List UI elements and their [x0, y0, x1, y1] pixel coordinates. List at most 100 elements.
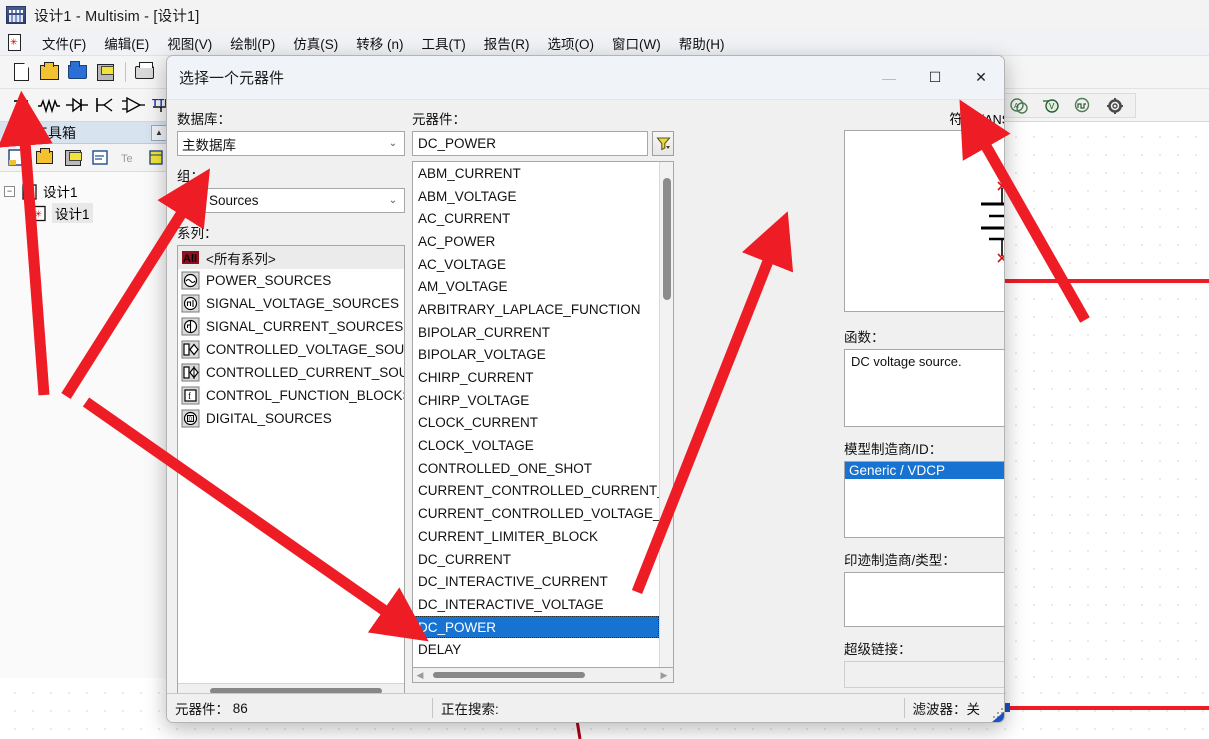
component-item[interactable]: ABM_VOLTAGE [413, 185, 659, 208]
component-item-selected[interactable]: DC_POWER [413, 615, 659, 639]
component-item[interactable]: AM_VOLTAGE [413, 275, 659, 298]
family-item-control-function-blocks[interactable]: f CONTROL_FUNCTION_BLOCKS [178, 384, 404, 407]
component-item[interactable]: DC_INTERACTIVE_CURRENT [413, 570, 659, 593]
tree-root-row[interactable]: − 设计1 [4, 180, 167, 202]
menu-reports[interactable]: 报告(R) [475, 31, 539, 55]
menu-edit[interactable]: 编辑(E) [95, 31, 158, 55]
symbol-title: 符号 (ANSI Y32.2) [844, 108, 1004, 128]
menu-options[interactable]: 选项(O) [539, 31, 604, 55]
dialog-titlebar: 选择一个元器件 — ☐ ✕ [167, 56, 1004, 100]
component-item[interactable]: AC_VOLTAGE [413, 253, 659, 276]
collapse-icon[interactable]: ▲ [151, 124, 167, 141]
place-transistor-icon[interactable] [92, 92, 118, 118]
menu-view[interactable]: 视图(V) [158, 31, 221, 55]
menu-window[interactable]: 窗口(W) [603, 31, 670, 55]
footprint-manufacturer-listbox[interactable] [844, 572, 1004, 627]
model-manufacturer-label: 模型制造商/ID： [844, 442, 943, 457]
scroll-right-arrow[interactable]: ▶ [657, 670, 671, 681]
component-item[interactable]: BIPOLAR_CURRENT [413, 321, 659, 344]
middle-column: 元器件： DC_POWER ABM_CURRENT ABM_VOLTAGE AC… [412, 108, 674, 683]
funnel-filter-icon[interactable] [652, 131, 674, 156]
component-search-input[interactable]: DC_POWER [412, 131, 648, 156]
component-item[interactable]: AC_CURRENT [413, 207, 659, 230]
family-item-signal-voltage-sources[interactable]: SIGNAL_VOLTAGE_SOURCES [178, 292, 404, 315]
family-listbox[interactable]: All <所有系列> POWER_SOURCES SIGNAL_VOLTAGE_… [177, 245, 405, 699]
svg-text:f: f [188, 391, 191, 401]
new-subsheet-icon[interactable] [87, 145, 113, 171]
digital-probe-icon[interactable] [1070, 93, 1096, 119]
family-item-label: SIGNAL_VOLTAGE_SOURCES [206, 296, 400, 311]
model-manufacturer-listbox[interactable]: Generic / VDCP [844, 461, 1004, 538]
component-item[interactable]: CHIRP_CURRENT [413, 366, 659, 389]
new-sheet-icon[interactable] [4, 145, 30, 171]
scroll-thumb[interactable] [663, 178, 671, 300]
dc-battery-symbol [980, 181, 1004, 263]
component-item[interactable]: CONTROLLED_ONE_SHOT [413, 457, 659, 480]
family-item-digital-sources[interactable]: 0 DIGITAL_SOURCES [178, 407, 404, 430]
document-icon: ✳ [5, 33, 25, 53]
component-hscrollbar[interactable]: ◀ ▶ [412, 668, 674, 683]
menu-simulate[interactable]: 仿真(S) [284, 31, 347, 55]
place-resistor-icon[interactable] [36, 92, 62, 118]
component-item[interactable]: DC_CURRENT [413, 548, 659, 571]
component-item[interactable]: DELAY [413, 638, 659, 661]
open-folder-icon[interactable] [64, 59, 90, 85]
design-tree[interactable]: − 设计1 ✳ 设计1 [0, 172, 171, 232]
expander-icon[interactable]: − [4, 185, 15, 197]
database-select[interactable]: 主数据库 ⌄ [177, 131, 405, 156]
component-item[interactable]: ABM_CURRENT [413, 162, 659, 185]
place-source-icon[interactable] [8, 92, 34, 118]
component-item[interactable]: AC_POWER [413, 230, 659, 253]
open-sheet-icon[interactable] [32, 145, 58, 171]
component-vscrollbar[interactable] [659, 162, 673, 667]
family-item-label: CONTROLLED_VOLTAGE_SOURCE [206, 342, 404, 357]
scroll-left-arrow[interactable]: ◀ [413, 670, 427, 681]
component-item[interactable]: CLOCK_CURRENT [413, 412, 659, 435]
menu-file[interactable]: 文件(F) [33, 31, 95, 55]
signal-current-icon [181, 317, 200, 336]
open-design-icon[interactable] [36, 59, 62, 85]
model-manufacturer-selected[interactable]: Generic / VDCP [845, 462, 1004, 479]
component-item[interactable]: BIPOLAR_VOLTAGE [413, 344, 659, 367]
family-item-controlled-current-source[interactable]: CONTROLLED_CURRENT_SOURCE [178, 361, 404, 384]
component-item[interactable]: CURRENT_LIMITER_BLOCK [413, 525, 659, 548]
component-item[interactable]: CURRENT_CONTROLLED_CURRENT_SOU [413, 480, 673, 503]
place-analog-icon[interactable] [120, 92, 146, 118]
close-icon[interactable]: ✕ [958, 56, 1004, 100]
component-item[interactable]: CLOCK_VOLTAGE [413, 434, 659, 457]
component-search-value: DC_POWER [418, 136, 497, 151]
new-file-icon[interactable] [8, 59, 34, 85]
tree-child-row[interactable]: ✳ 设计1 [4, 202, 167, 224]
menu-tools[interactable]: 工具(T) [413, 31, 475, 55]
digital-sources-icon: 0 [181, 409, 200, 428]
component-item[interactable]: CHIRP_VOLTAGE [413, 389, 659, 412]
minimize-icon[interactable]: — [866, 56, 912, 100]
family-item-all[interactable]: All <所有系列> [178, 246, 404, 269]
analysis-probe-icon[interactable]: A [1006, 93, 1032, 119]
hyperlink-field[interactable] [844, 661, 1004, 688]
component-item[interactable]: ARBITRARY_LAPLACE_FUNCTION [413, 298, 659, 321]
family-item-controlled-voltage-source[interactable]: CONTROLLED_VOLTAGE_SOURCE [178, 338, 404, 361]
component-item[interactable]: CURRENT_CONTROLLED_VOLTAGE_SOU [413, 502, 673, 525]
menu-transfer[interactable]: 转移 (n) [347, 31, 412, 55]
component-listbox[interactable]: ABM_CURRENT ABM_VOLTAGE AC_CURRENT AC_PO… [412, 161, 674, 668]
menu-help[interactable]: 帮助(H) [670, 31, 734, 55]
maximize-icon[interactable]: ☐ [912, 56, 958, 100]
multisim-logo-icon [6, 6, 26, 24]
searching-cell: 正在搜索: [433, 694, 904, 723]
family-item-power-sources[interactable]: POWER_SOURCES [178, 269, 404, 292]
instruments-toolbar: A V [1000, 93, 1136, 118]
scroll-thumb[interactable] [433, 672, 585, 678]
component-item[interactable]: DC_INTERACTIVE_VOLTAGE [413, 593, 659, 616]
menu-place[interactable]: 绘制(P) [221, 31, 284, 55]
family-item-signal-current-sources[interactable]: SIGNAL_CURRENT_SOURCES [178, 315, 404, 338]
print-icon[interactable] [131, 59, 157, 85]
text-tool-icon[interactable]: Te [115, 145, 141, 171]
group-select[interactable]: Sources ⌄ [177, 188, 405, 213]
symbol-label: 符号 [949, 112, 977, 127]
settings-gear-icon[interactable] [1102, 93, 1128, 119]
place-diode-icon[interactable] [64, 92, 90, 118]
save-sheet-icon[interactable] [60, 145, 86, 171]
save-icon[interactable] [92, 59, 118, 85]
voltage-probe-icon[interactable]: V [1038, 93, 1064, 119]
